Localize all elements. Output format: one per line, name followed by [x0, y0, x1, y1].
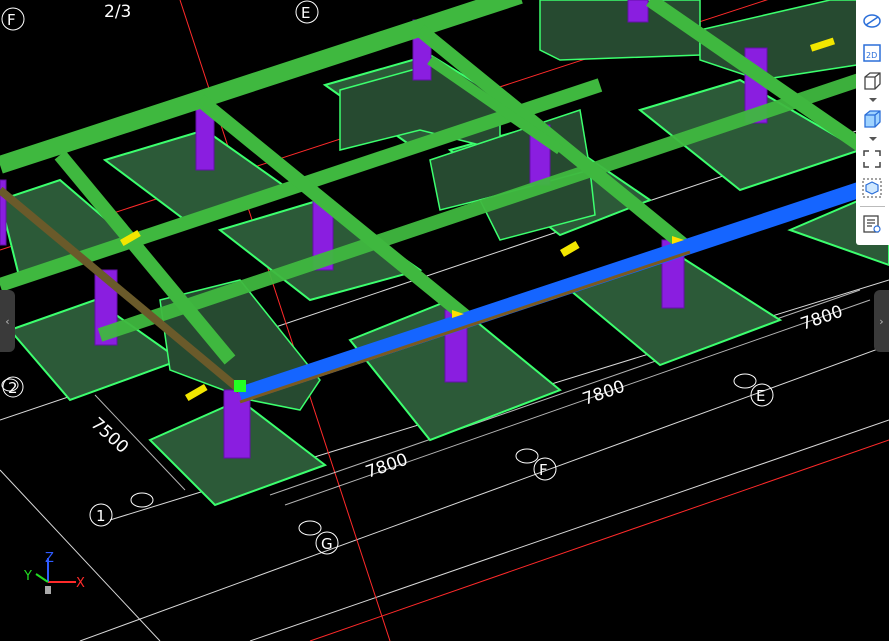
- 3d-model-viewport[interactable]: F E 2 E F 1 G 7800 7800 7800 7500: [0, 0, 889, 641]
- properties-list-button[interactable]: [860, 212, 884, 236]
- fit-view-icon: [863, 150, 881, 168]
- dimension-label: 7500: [87, 414, 133, 458]
- axis-bubble-label: E: [756, 387, 765, 405]
- triad-x-label: X: [76, 576, 85, 591]
- chevron-right-icon: ›: [879, 314, 884, 328]
- core-walls: [159, 0, 889, 411]
- fit-view-button[interactable]: [860, 147, 884, 171]
- axis-bubble-label: 1: [96, 507, 106, 525]
- toolbar-divider: [860, 206, 885, 207]
- axis-bubble-label: E: [301, 4, 310, 22]
- view-toolbar: 2D: [856, 0, 889, 245]
- chevron-left-icon: ‹: [5, 314, 10, 328]
- chevron-down-icon[interactable]: [869, 137, 877, 141]
- orbit-button[interactable]: [860, 9, 884, 33]
- view-2d-button[interactable]: 2D: [860, 41, 884, 65]
- dimension-label: 7800: [363, 450, 410, 483]
- model-isolate-icon: [862, 178, 882, 198]
- dimension-label: 7800: [798, 302, 845, 335]
- view-3d-box-icon: [864, 72, 881, 90]
- view-3d-solid-icon: [864, 110, 881, 128]
- view-3d-solid-button[interactable]: [860, 107, 884, 131]
- axis-bubble-label: F: [539, 461, 548, 479]
- axis-bubble-label: G: [321, 535, 333, 553]
- view-2d-label: 2D: [866, 51, 877, 60]
- collapse-right-panel-handle[interactable]: ›: [874, 290, 889, 352]
- properties-list-icon: [863, 215, 881, 233]
- model-canvas[interactable]: F E 2 E F 1 G 7800 7800 7800 7500: [0, 0, 889, 641]
- view-3d-box-button[interactable]: [860, 69, 884, 93]
- plan-axis-bubbles: [1, 373, 757, 536]
- triad-z-label: Z: [45, 552, 54, 566]
- view-2d-icon: 2D: [863, 44, 881, 62]
- triad-y-label: Y: [23, 569, 32, 584]
- collapse-left-panel-handle[interactable]: ‹: [0, 290, 15, 352]
- model-isolate-button[interactable]: [860, 176, 884, 200]
- page-indicator: 2/3: [104, 2, 132, 22]
- chevron-down-icon[interactable]: [869, 98, 877, 102]
- axis-bubble-label: F: [7, 11, 16, 29]
- coordinate-triad: X Y Z: [18, 551, 90, 604]
- dimension-label: 7800: [580, 377, 627, 410]
- orbit-icon: [863, 14, 881, 28]
